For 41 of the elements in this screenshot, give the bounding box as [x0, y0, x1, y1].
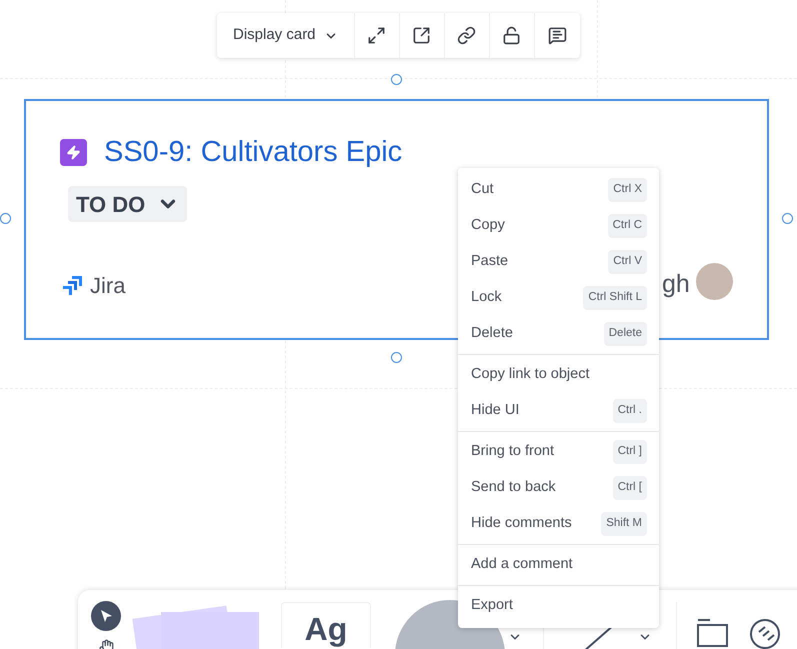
menu-item[interactable]: Hide comments Shift M [458, 506, 659, 542]
shortcut-label: Ctrl V [608, 250, 647, 274]
jira-logo-icon [60, 274, 84, 298]
source-label: Jira [90, 272, 126, 300]
resize-handle[interactable] [391, 74, 402, 85]
card-title[interactable]: SS0-9: Cultivators Epic [104, 131, 402, 174]
resize-handle[interactable] [782, 213, 793, 224]
menu-item[interactable]: Copy Ctrl C [458, 208, 659, 244]
menu-item[interactable]: Paste Ctrl V [458, 244, 659, 280]
link-icon [457, 26, 476, 45]
open-external-icon [412, 26, 432, 45]
menu-item[interactable]: Copy link to object [458, 357, 659, 393]
epic-icon [60, 139, 87, 166]
menu-item[interactable]: Lock Ctrl Shift L [458, 280, 659, 316]
shortcut-label: Ctrl ] [612, 440, 647, 464]
unlock-icon [502, 26, 522, 45]
menu-item[interactable]: Bring to front Ctrl ] [458, 434, 659, 470]
shortcut-label: Ctrl Shift L [583, 286, 647, 310]
display-dropdown[interactable]: Display card [217, 13, 355, 58]
menu-item[interactable]: Export [458, 588, 659, 624]
assignee-name: gh [662, 269, 690, 300]
shortcut-label: Ctrl X [608, 178, 647, 202]
text-tool[interactable]: Ag [281, 602, 371, 648]
avatar [696, 263, 733, 300]
shortcut-label: Shift M [601, 512, 647, 536]
frame-icon[interactable] [697, 619, 728, 647]
cursor-icon[interactable] [91, 601, 121, 631]
expand-icon [367, 26, 386, 45]
menu-item[interactable]: Add a comment [458, 547, 659, 583]
menu-item[interactable]: Send to back Ctrl [ [458, 470, 659, 506]
shortcut-label: Delete [604, 322, 647, 346]
integrations-icon[interactable] [749, 618, 781, 649]
status-dropdown[interactable]: TO DO [68, 186, 188, 222]
menu-item[interactable]: Hide UI Ctrl . [458, 393, 659, 429]
shortcut-label: Ctrl . [612, 399, 647, 423]
menu-item[interactable]: Cut Ctrl X [458, 172, 659, 208]
shortcut-label: Ctrl [ [612, 476, 647, 500]
resize-handle[interactable] [391, 352, 402, 363]
comment-icon [548, 26, 567, 45]
resize-handle[interactable] [0, 213, 11, 224]
shortcut-label: Ctrl C [608, 214, 647, 238]
